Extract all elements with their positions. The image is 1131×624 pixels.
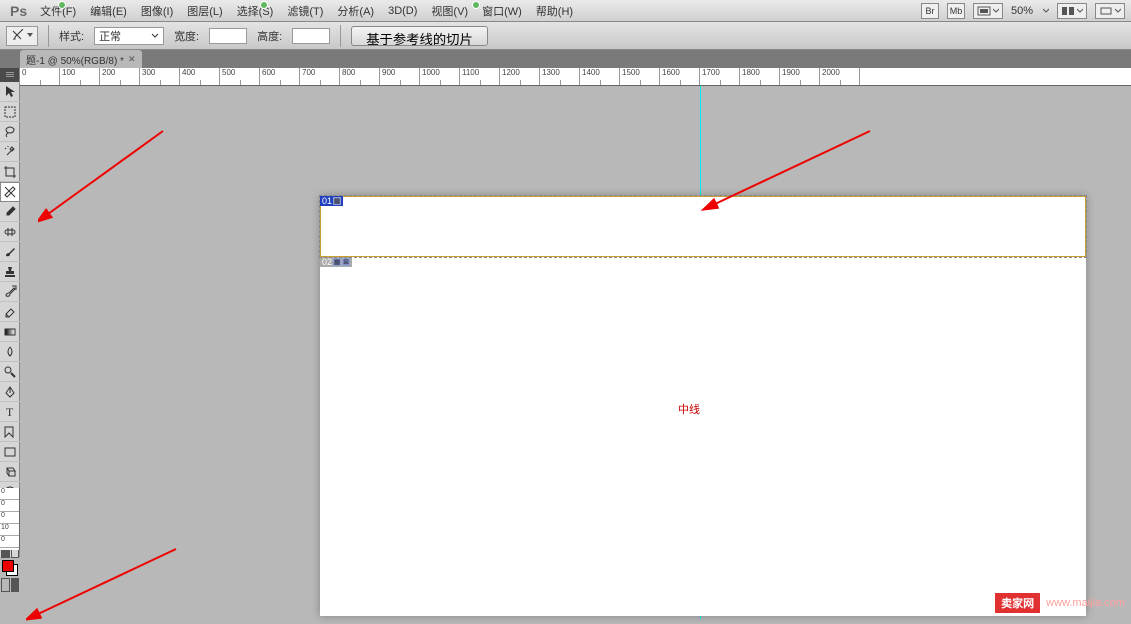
height-input[interactable] [292,28,330,44]
annotation-arrow [700,126,880,216]
menu-bar: Ps 文件(F) 编辑(E) 图像(I) 图层(L) 选择(S) 滤镜(T) 分… [0,0,1131,22]
screen-mode-dd[interactable] [973,3,1003,19]
path-tool[interactable] [0,422,20,442]
quick-mask-mode[interactable] [1,578,19,592]
eraser-tool[interactable] [0,302,20,322]
width-label: 宽度: [174,28,199,44]
mini-bridge-icon[interactable]: Mb [947,3,965,19]
slice-tool[interactable] [0,182,20,202]
ruler-vertical[interactable]: 0 0 0 10 0 [0,488,20,550]
slice-01-badge: 01▦ [320,196,343,206]
blur-tool[interactable] [0,342,20,362]
document-canvas[interactable]: 01▦ 02▦⊠ [320,196,1086,616]
slice-02-badge: 02▦⊠ [320,257,352,267]
menu-edit[interactable]: 编辑(E) [83,0,134,21]
tool-preset-picker[interactable] [6,26,38,46]
document-tabs: 题-1 @ 50%(RGB/8) * ✕ [0,50,1131,68]
menu-help[interactable]: 帮助(H) [529,0,580,21]
menu-3d[interactable]: 3D(D) [381,0,424,21]
canvas-area[interactable]: 01▦ 02▦⊠ 中线 [20,86,1131,619]
type-tool[interactable]: T [0,402,20,422]
menu-analysis[interactable]: 分析(A) [330,0,381,21]
svg-text:T: T [6,405,14,419]
lasso-tool[interactable] [0,122,20,142]
menu-filter[interactable]: 滤镜(T) [280,0,330,21]
menu-window[interactable]: 窗口(W) [475,0,529,21]
3d-tool[interactable] [0,462,20,482]
shape-tool[interactable] [0,442,20,462]
watermark: 卖家网 www.maijia.com [995,593,1125,613]
brush-tool[interactable] [0,242,20,262]
link-icon: ⊠ [342,258,350,266]
healing-tool[interactable] [0,222,20,242]
bridge-icon[interactable]: Br [921,3,939,19]
move-tool[interactable] [0,82,20,102]
options-bar: 样式: 正常 宽度: 高度: 基于参考线的切片 [0,22,1131,50]
dodge-tool[interactable] [0,362,20,382]
history-brush-tool[interactable] [0,282,20,302]
stamp-tool[interactable] [0,262,20,282]
crop-tool[interactable] [0,162,20,182]
guide-label: 中线 [678,401,700,417]
menu-layer[interactable]: 图层(L) [180,0,229,21]
style-dropdown[interactable]: 正常 [94,27,164,45]
slice-icon: ▦ [333,197,341,205]
document-tab[interactable]: 题-1 @ 50%(RGB/8) * ✕ [20,50,142,68]
annotation-arrow [26,544,186,624]
marquee-tool[interactable] [0,102,20,122]
arrange-dd[interactable] [1057,3,1087,19]
zoom-level[interactable]: 50% [1011,5,1035,17]
workspace: 7006005004003002001000100200300400500600… [20,68,1131,619]
gradient-tool[interactable] [0,322,20,342]
height-label: 高度: [257,28,282,44]
style-label: 样式: [59,28,84,44]
workspace-dd[interactable] [1095,3,1125,19]
menu-view[interactable]: 视图(V) [424,0,475,21]
app-logo: Ps [4,3,33,19]
eyedropper-tool[interactable] [0,202,20,222]
slice-from-guides-button[interactable]: 基于参考线的切片 [351,26,488,46]
pen-tool[interactable] [0,382,20,402]
menu-image[interactable]: 图像(I) [134,0,180,21]
foreground-color[interactable] [2,560,14,572]
width-input[interactable] [209,28,247,44]
close-icon[interactable]: ✕ [128,54,136,65]
toolbox-grip[interactable] [0,68,19,82]
slice-icon: ▦ [333,258,341,266]
color-swatch[interactable] [2,560,18,576]
menu-select[interactable]: 选择(S) [230,0,281,21]
wand-tool[interactable] [0,142,20,162]
ruler-horizontal[interactable]: 7006005004003002001000100200300400500600… [20,68,1131,86]
toolbox: T [0,68,20,557]
annotation-arrow [38,126,168,226]
